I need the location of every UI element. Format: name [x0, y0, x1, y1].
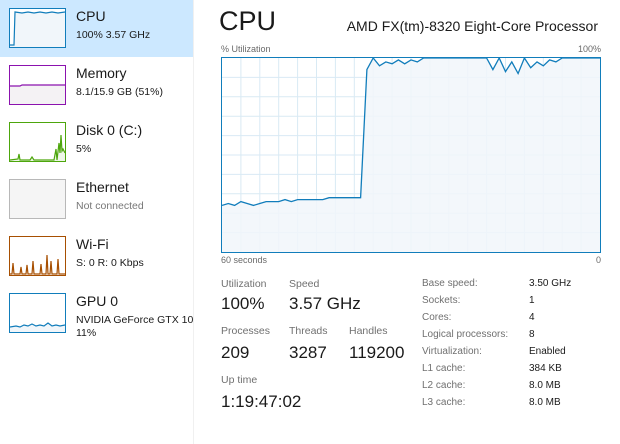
graph-x-right-label: 0: [595, 255, 601, 265]
cpu-utilization-chart: [222, 58, 600, 252]
graph-y-label: % Utilization: [221, 44, 271, 54]
utilization-label: Utilization: [221, 278, 267, 290]
sidebar-item-subtitle: Not connected: [76, 200, 144, 212]
sidebar-item-ethernet[interactable]: Ethernet Not connected: [0, 171, 193, 228]
cpu-mini-graph: [9, 8, 66, 48]
sidebar-item-title: Wi-Fi: [76, 236, 109, 252]
sidebar-item-subtitle-2: 11%: [76, 327, 97, 339]
graph-x-left-label: 60 seconds: [221, 255, 268, 265]
processes-label: Processes: [221, 325, 271, 337]
handles-label: Handles: [349, 325, 388, 337]
sidebar-item-gpu[interactable]: GPU 0 NVIDIA GeForce GTX 10 11%: [0, 285, 193, 342]
spec-value: 8: [529, 329, 535, 340]
utilization-value: 100%: [221, 294, 265, 313]
spec-label: L3 cache:: [422, 397, 466, 408]
sidebar-item-title: Ethernet: [76, 179, 129, 195]
sidebar-item-disk[interactable]: Disk 0 (C:) 5%: [0, 114, 193, 171]
processor-name: AMD FX(tm)-8320 Eight-Core Processor: [346, 18, 598, 34]
spec-label: Base speed:: [422, 278, 478, 289]
spec-label: Sockets:: [422, 295, 461, 306]
sidebar-item-subtitle: 100% 3.57 GHz: [76, 29, 151, 41]
sidebar-item-subtitle: 8.1/15.9 GB (51%): [76, 86, 163, 98]
sidebar-item-title: GPU 0: [76, 293, 119, 309]
spec-label: Cores:: [422, 312, 452, 323]
sidebar-item-cpu[interactable]: CPU 100% 3.57 GHz: [0, 0, 193, 57]
spec-value: 1: [529, 295, 535, 306]
sidebar-item-title: Disk 0 (C:): [76, 122, 143, 138]
sidebar-item-wifi[interactable]: Wi-Fi S: 0 R: 0 Kbps: [0, 228, 193, 285]
speed-label: Speed: [289, 278, 320, 290]
spec-label: L2 cache:: [422, 380, 466, 391]
sidebar-item-title: Memory: [76, 65, 127, 81]
uptime-label: Up time: [221, 374, 258, 386]
uptime-value: 1:19:47:02: [221, 392, 302, 411]
threads-label: Threads: [289, 325, 328, 337]
gpu-mini-graph: [9, 293, 66, 333]
threads-value: 3287: [289, 343, 327, 362]
spec-label: Virtualization:: [422, 346, 482, 357]
memory-mini-graph: [9, 65, 66, 105]
spec-value: 384 KB: [529, 363, 562, 374]
wifi-mini-graph: [9, 236, 66, 276]
speed-value: 3.57 GHz: [289, 294, 361, 313]
page-title: CPU: [219, 6, 277, 36]
sidebar-item-subtitle: NVIDIA GeForce GTX 10: [76, 314, 193, 326]
sidebar-item-subtitle: S: 0 R: 0 Kbps: [76, 257, 144, 269]
processes-value: 209: [221, 343, 250, 362]
sidebar: CPU 100% 3.57 GHz Memory 8.1/15.9 GB (51…: [0, 0, 193, 444]
spec-value: 3.50 GHz: [529, 278, 572, 289]
ethernet-mini-graph: [9, 179, 66, 219]
spec-value: 8.0 MB: [529, 380, 561, 391]
spec-label: Logical processors:: [422, 329, 509, 340]
sidebar-item-memory[interactable]: Memory 8.1/15.9 GB (51%): [0, 57, 193, 114]
disk-mini-graph: [9, 122, 66, 162]
sidebar-item-title: CPU: [76, 8, 106, 24]
cpu-panel: CPU AMD FX(tm)-8320 Eight-Core Processor…: [194, 0, 620, 444]
spec-value: Enabled: [529, 346, 566, 357]
graph-y-max-label: 100%: [577, 44, 601, 54]
spec-value: 4: [529, 312, 535, 323]
cpu-utilization-graph: [221, 57, 601, 253]
spec-value: 8.0 MB: [529, 397, 561, 408]
spec-label: L1 cache:: [422, 363, 466, 374]
sidebar-item-subtitle: 5%: [76, 143, 92, 155]
handles-value: 119200: [349, 343, 405, 362]
